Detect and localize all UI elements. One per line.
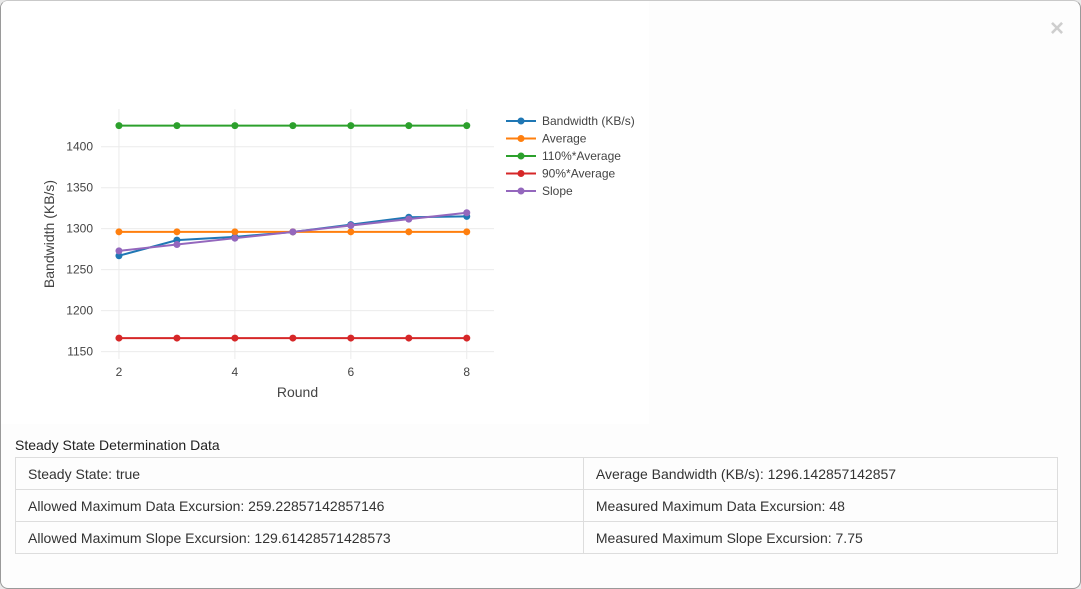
legend-label: Bandwidth (KB/s) <box>542 114 635 128</box>
x-tick-label: 4 <box>232 365 239 379</box>
legend-label: 110%*Average <box>542 149 621 163</box>
legend-label: Slope <box>542 184 573 198</box>
table-cell-allowed-data-excursion: Allowed Maximum Data Excursion: 259.2285… <box>16 490 584 522</box>
data-point <box>231 335 238 342</box>
data-point <box>115 335 122 342</box>
data-point <box>463 209 470 216</box>
y-tick-label: 1400 <box>66 140 93 154</box>
data-point <box>173 241 180 248</box>
data-point <box>115 122 122 129</box>
data-point <box>289 335 296 342</box>
data-point <box>463 122 470 129</box>
data-point <box>347 335 354 342</box>
data-point <box>173 122 180 129</box>
data-point <box>115 247 122 254</box>
x-tick-label: 6 <box>347 365 354 379</box>
y-tick-label: 1150 <box>67 345 93 359</box>
data-point <box>347 122 354 129</box>
data-point <box>231 228 238 235</box>
legend-label: Average <box>542 132 587 146</box>
data-point <box>405 216 412 223</box>
section-title: Steady State Determination Data <box>15 437 220 453</box>
close-icon[interactable]: × <box>1050 17 1064 41</box>
steady-state-modal: × 1150 1200 1250 1300 1350 1400 2 4 6 8 Bandwidth … <box>0 0 1081 589</box>
y-tick-label: 1200 <box>66 304 93 318</box>
data-point <box>173 228 180 235</box>
data-point <box>405 335 412 342</box>
legend-item[interactable]: Slope <box>506 184 573 198</box>
bandwidth-chart: 1150 1200 1250 1300 1350 1400 2 4 6 8 Bandwidth (K… <box>1 1 649 424</box>
steady-state-table: Steady State: true Average Bandwidth (KB… <box>15 457 1058 554</box>
table-row: Allowed Maximum Slope Excursion: 129.614… <box>16 522 1058 554</box>
table-cell-measured-data-excursion: Measured Maximum Data Excursion: 48 <box>583 490 1057 522</box>
legend-item[interactable]: 110%*Average <box>506 149 621 163</box>
legend-dot-swatch <box>518 170 525 177</box>
legend-dot-swatch <box>518 153 525 160</box>
y-axis-title: Bandwidth (KB/s) <box>41 180 57 288</box>
legend-dot-swatch <box>518 188 525 195</box>
table-cell-steady-state: Steady State: true <box>16 458 584 490</box>
data-point <box>405 228 412 235</box>
data-point <box>115 228 122 235</box>
legend-item[interactable]: Average <box>506 132 587 146</box>
data-point <box>231 122 238 129</box>
y-tick-label: 1300 <box>66 222 93 236</box>
table-row: Allowed Maximum Data Excursion: 259.2285… <box>16 490 1058 522</box>
data-point <box>289 228 296 235</box>
data-point <box>463 335 470 342</box>
x-axis-title: Round <box>277 384 318 400</box>
table-cell-measured-slope-excursion: Measured Maximum Slope Excursion: 7.75 <box>583 522 1057 554</box>
data-point <box>347 228 354 235</box>
legend-item[interactable]: 90%*Average <box>506 167 615 181</box>
series-line <box>119 216 467 255</box>
data-point <box>405 122 412 129</box>
legend-dot-swatch <box>518 135 525 142</box>
data-point <box>463 228 470 235</box>
x-tick-label: 2 <box>116 365 123 379</box>
data-point <box>289 122 296 129</box>
data-point <box>347 222 354 229</box>
x-tick-label: 8 <box>463 365 470 379</box>
table-cell-average-bandwidth: Average Bandwidth (KB/s): 1296.142857142… <box>583 458 1057 490</box>
y-tick-label: 1350 <box>66 181 93 195</box>
table-cell-allowed-slope-excursion: Allowed Maximum Slope Excursion: 129.614… <box>16 522 584 554</box>
legend-label: 90%*Average <box>542 167 615 181</box>
legend-dot-swatch <box>518 118 525 125</box>
data-point <box>231 235 238 242</box>
legend-item[interactable]: Bandwidth (KB/s) <box>506 114 635 128</box>
data-point <box>173 335 180 342</box>
table-row: Steady State: true Average Bandwidth (KB… <box>16 458 1058 490</box>
chart-plot-area: 1150 1200 1250 1300 1350 1400 2 4 6 8 Bandwidth (K… <box>1 1 649 424</box>
y-tick-label: 1250 <box>66 263 93 277</box>
